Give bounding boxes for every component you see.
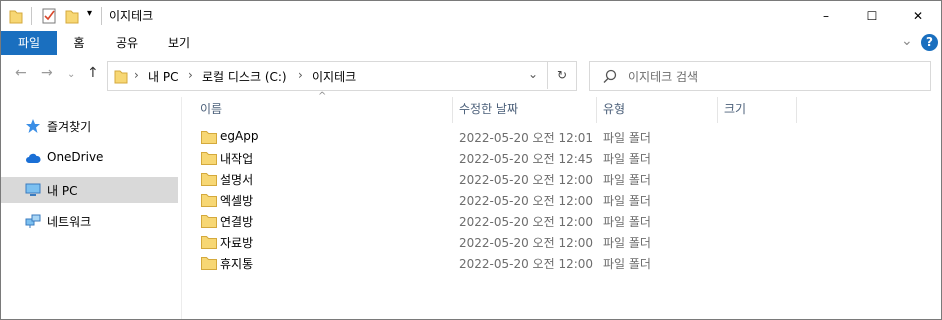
file-type: 파일 폴더 (603, 257, 651, 271)
chevron-right-icon: › (188, 68, 193, 82)
file-name: 휴지통 (220, 257, 254, 271)
file-row[interactable]: 엑셀방 2022-05-20 오전 12:00 파일 폴더 (196, 190, 656, 211)
network-icon (25, 214, 41, 228)
file-row[interactable]: 휴지통 2022-05-20 오전 12:00 파일 폴더 (196, 253, 656, 274)
help-icon[interactable]: ? (921, 34, 938, 51)
file-name: 설명서 (220, 173, 254, 187)
file-modified: 2022-05-20 오전 12:00 (459, 215, 594, 229)
maximize-icon: ☐ (866, 9, 878, 23)
up-icon[interactable]: ↑ (87, 65, 99, 81)
file-type: 파일 폴더 (603, 173, 651, 187)
cloud-icon (26, 153, 41, 163)
window-title: 이지테크 (109, 9, 154, 23)
refresh-button[interactable]: ↻ (547, 61, 576, 89)
search-box[interactable]: 이지테크 검색 (589, 61, 931, 91)
breadcrumb-local-disk[interactable]: 로컬 디스크 (C:) (202, 68, 287, 85)
folder-icon (201, 173, 217, 186)
file-list: ^ 이름 수정한 날짜 유형 크기 egApp 2022-05-20 오전 12:… (182, 91, 941, 319)
file-type: 파일 폴더 (603, 152, 651, 166)
refresh-icon: ↻ (556, 68, 568, 82)
title-divider (101, 7, 102, 25)
customize-toolbar-icon[interactable]: ▾ (87, 8, 92, 26)
file-row[interactable]: 설명서 2022-05-20 오전 12:00 파일 폴더 (196, 169, 656, 190)
file-type: 파일 폴더 (603, 215, 651, 229)
close-icon: ✕ (912, 9, 924, 23)
nav-label: OneDrive (47, 150, 104, 164)
folder-icon (201, 236, 217, 249)
forward-icon[interactable]: → (41, 65, 53, 81)
column-header-name[interactable]: 이름 (200, 97, 222, 123)
address-row: ← → ⌄ ↑ › 내 PC › 로컬 디스크 (C:) › 이지테크 ⌄ ↻ … (1, 55, 941, 95)
file-modified: 2022-05-20 오전 12:01 (459, 131, 594, 145)
folder-icon (201, 194, 217, 207)
recent-locations-icon[interactable]: ⌄ (67, 69, 75, 80)
folder-icon (201, 131, 217, 144)
tab-file[interactable]: 파일 (1, 31, 57, 55)
file-type: 파일 폴더 (603, 236, 651, 250)
column-divider[interactable] (717, 97, 718, 123)
breadcrumb-current-folder[interactable]: 이지테크 (312, 68, 356, 85)
file-modified: 2022-05-20 오전 12:45 (459, 152, 594, 166)
file-modified: 2022-05-20 오전 12:00 (459, 173, 594, 187)
nav-item-onedrive[interactable]: OneDrive (1, 145, 178, 171)
search-icon (603, 69, 617, 83)
close-button[interactable]: ✕ (895, 1, 941, 31)
maximize-button[interactable]: ☐ (849, 1, 895, 31)
explorer-window: ▾ 이지테크 – ☐ ✕ 파일 홈 공유 보기 ⌄ ? ← → ⌄ ↑ › 내 … (0, 0, 942, 320)
navigation-pane: 즐겨찾기 OneDrive 내 PC 네트워크 (1, 97, 182, 319)
file-row[interactable]: 연결방 2022-05-20 오전 12:00 파일 폴더 (196, 211, 656, 232)
file-name: 자료방 (220, 236, 254, 250)
ribbon-expand-icon[interactable]: ⌄ (901, 33, 913, 49)
nav-label: 즐겨찾기 (47, 120, 92, 134)
folder-icon (201, 257, 217, 270)
search-placeholder: 이지테크 검색 (628, 70, 699, 84)
file-modified: 2022-05-20 오전 12:00 (459, 257, 594, 271)
file-type: 파일 폴더 (603, 131, 651, 145)
file-name: egApp (220, 129, 259, 143)
nav-label: 네트워크 (47, 215, 92, 229)
column-header-type[interactable]: 유형 (603, 97, 625, 123)
computer-icon (25, 183, 41, 196)
minimize-icon: – (823, 9, 829, 23)
tab-view[interactable]: 보기 (163, 31, 195, 55)
nav-item-this-pc[interactable]: 내 PC (1, 177, 178, 203)
star-icon (26, 119, 40, 133)
ribbon-tabs: 파일 홈 공유 보기 ⌄ ? (1, 31, 941, 55)
tab-share[interactable]: 공유 (111, 31, 143, 55)
column-divider[interactable] (796, 97, 797, 123)
title-bar: ▾ 이지테크 – ☐ ✕ (1, 1, 941, 31)
folder-icon (114, 70, 128, 84)
column-header-size[interactable]: 크기 (724, 97, 746, 123)
address-bar[interactable]: › 내 PC › 로컬 디스크 (C:) › 이지테크 ⌄ (107, 61, 577, 91)
file-name: 엑셀방 (220, 194, 254, 208)
folder-icon (201, 215, 217, 228)
file-type: 파일 폴더 (603, 194, 651, 208)
folder-icon (201, 152, 217, 165)
properties-icon[interactable] (41, 7, 57, 25)
file-row[interactable]: 자료방 2022-05-20 오전 12:00 파일 폴더 (196, 232, 656, 253)
nav-item-quick-access[interactable]: 즐겨찾기 (1, 113, 178, 139)
address-dropdown-icon[interactable]: ⌄ (528, 67, 538, 81)
file-row[interactable]: 내작업 2022-05-20 오전 12:45 파일 폴더 (196, 148, 656, 169)
file-row[interactable]: egApp 2022-05-20 오전 12:01 파일 폴더 (196, 127, 656, 148)
tab-home[interactable]: 홈 (67, 31, 91, 55)
back-icon[interactable]: ← (15, 65, 27, 81)
minimize-button[interactable]: – (803, 1, 849, 31)
file-modified: 2022-05-20 오전 12:00 (459, 236, 594, 250)
chevron-right-icon: › (298, 68, 303, 82)
file-name: 연결방 (220, 215, 254, 229)
quick-access-divider (31, 7, 32, 25)
folder-icon (9, 10, 23, 24)
chevron-right-icon: › (134, 68, 139, 82)
nav-item-network[interactable]: 네트워크 (1, 208, 178, 234)
nav-label: 내 PC (47, 184, 78, 198)
breadcrumb-this-pc[interactable]: 내 PC (148, 68, 178, 85)
column-header-modified[interactable]: 수정한 날짜 (459, 97, 518, 123)
new-folder-icon[interactable] (65, 7, 79, 25)
file-name: 내작업 (220, 152, 254, 166)
sort-ascending-icon: ^ (318, 91, 327, 102)
file-modified: 2022-05-20 오전 12:00 (459, 194, 594, 208)
column-divider[interactable] (452, 97, 453, 123)
column-divider[interactable] (596, 97, 597, 123)
